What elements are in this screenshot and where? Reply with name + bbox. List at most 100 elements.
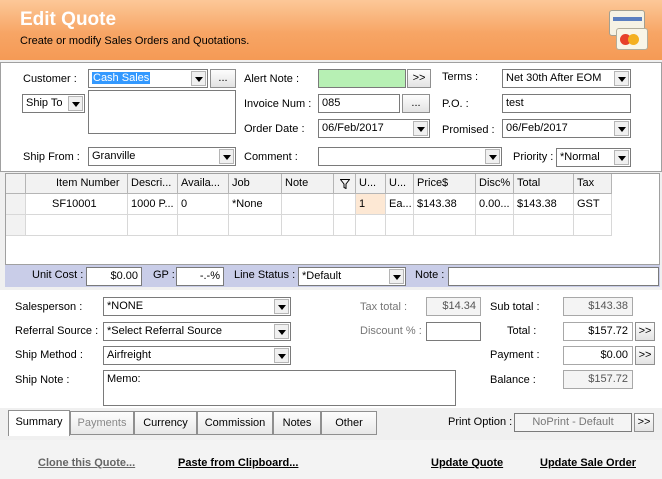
promised-date-picker[interactable]: 06/Feb/2017: [502, 119, 631, 138]
chevron-down-icon[interactable]: [274, 299, 289, 314]
po-input[interactable]: test: [502, 94, 631, 113]
footer-actions: Clone this Quote... Paste from Clipboard…: [0, 440, 662, 479]
empty-cell[interactable]: [356, 215, 386, 236]
tab-notes[interactable]: Notes: [273, 411, 321, 435]
cell-tax[interactable]: GST: [574, 194, 612, 215]
chevron-down-icon[interactable]: [68, 96, 83, 111]
cell-discount[interactable]: 0.00...: [476, 194, 514, 215]
tab-strip: Summary Payments Currency Commission Not…: [0, 408, 662, 436]
sub-total-label: Sub total :: [490, 301, 540, 313]
ship-method-combo[interactable]: Airfreight: [103, 346, 291, 365]
priority-combo[interactable]: *Normal: [556, 148, 631, 167]
empty-cell[interactable]: [514, 215, 574, 236]
gp-input[interactable]: -.-%: [176, 267, 224, 286]
order-date-value: 06/Feb/2017: [322, 122, 384, 134]
col-note[interactable]: Note: [282, 174, 334, 194]
print-option-value[interactable]: NoPrint - Default: [514, 413, 632, 432]
line-status-label: Line Status :: [234, 269, 296, 281]
clone-quote-link[interactable]: Clone this Quote...: [38, 457, 135, 469]
chevron-down-icon[interactable]: [413, 121, 428, 136]
col-tax[interactable]: Tax: [574, 174, 612, 194]
line-status-bar: Unit Cost : $0.00 GP : -.-% Line Status …: [5, 265, 660, 287]
empty-cell[interactable]: [414, 215, 476, 236]
tab-other[interactable]: Other: [321, 411, 377, 435]
tab-currency[interactable]: Currency: [134, 411, 197, 435]
cell-note[interactable]: [282, 194, 334, 215]
header-banner: Edit Quote Create or modify Sales Orders…: [0, 0, 662, 60]
chevron-down-icon[interactable]: [614, 150, 629, 165]
chevron-down-icon[interactable]: [219, 149, 234, 164]
total-details-button[interactable]: >>: [635, 322, 655, 341]
line-note-input[interactable]: [448, 267, 659, 286]
line-status-combo[interactable]: *Default: [298, 267, 406, 286]
order-date-picker[interactable]: 06/Feb/2017: [318, 119, 430, 138]
customer-lookup-button[interactable]: ...: [210, 69, 236, 88]
col-unit-type[interactable]: U...: [386, 174, 414, 194]
tab-commission[interactable]: Commission: [197, 411, 273, 435]
empty-cell[interactable]: [574, 215, 612, 236]
empty-cell[interactable]: [128, 215, 178, 236]
ship-note-textarea[interactable]: Memo:: [103, 370, 456, 406]
cell-filter[interactable]: [334, 194, 356, 215]
invoice-num-input[interactable]: 085: [318, 94, 400, 113]
terms-combo[interactable]: Net 30th After EOM: [502, 69, 631, 88]
comment-combo[interactable]: [318, 147, 502, 166]
col-item-number[interactable]: Item Number: [26, 174, 128, 194]
chevron-down-icon[interactable]: [274, 324, 289, 339]
empty-cell[interactable]: [334, 215, 356, 236]
cell-job[interactable]: *None: [229, 194, 282, 215]
ship-to-address[interactable]: [88, 90, 236, 134]
cell-price[interactable]: $143.38: [414, 194, 476, 215]
col-filter[interactable]: [334, 174, 356, 194]
payment-details-button[interactable]: >>: [635, 346, 655, 365]
comment-label: Comment :: [244, 151, 298, 163]
unit-cost-input[interactable]: $0.00: [86, 267, 142, 286]
chevron-down-icon[interactable]: [485, 149, 500, 164]
col-price[interactable]: Price$: [414, 174, 476, 194]
empty-cell[interactable]: [178, 215, 229, 236]
empty-cell[interactable]: [386, 215, 414, 236]
cell-item-number[interactable]: SF10001: [26, 194, 128, 215]
empty-row-selector[interactable]: [6, 215, 26, 236]
priority-value: *Normal: [560, 151, 600, 163]
cell-total[interactable]: $143.38: [514, 194, 574, 215]
col-total[interactable]: Total: [514, 174, 574, 194]
row-selector[interactable]: [6, 194, 26, 215]
line-items-grid[interactable]: Item Number Descri... Availa... Job Note…: [5, 173, 660, 265]
customer-combo[interactable]: Cash Sales: [88, 69, 208, 88]
paste-clipboard-link[interactable]: Paste from Clipboard...: [178, 457, 298, 469]
empty-cell[interactable]: [26, 215, 128, 236]
alert-note-input[interactable]: [318, 69, 406, 88]
alert-note-button[interactable]: >>: [407, 69, 431, 88]
invoice-lookup-button[interactable]: ...: [402, 94, 430, 113]
chevron-down-icon[interactable]: [614, 71, 629, 86]
tab-payments[interactable]: Payments: [70, 411, 134, 435]
update-quote-link[interactable]: Update Quote: [431, 457, 503, 469]
col-available[interactable]: Availa...: [178, 174, 229, 194]
print-option-button[interactable]: >>: [634, 413, 654, 432]
chevron-down-icon[interactable]: [614, 121, 629, 136]
col-job[interactable]: Job: [229, 174, 282, 194]
row-selector-header: [6, 174, 26, 194]
col-unit-qty[interactable]: U...: [356, 174, 386, 194]
update-sale-order-link[interactable]: Update Sale Order: [540, 457, 636, 469]
chevron-down-icon[interactable]: [191, 71, 206, 86]
chevron-down-icon[interactable]: [274, 348, 289, 363]
col-discount[interactable]: Disc%: [476, 174, 514, 194]
cell-available[interactable]: 0: [178, 194, 229, 215]
cell-description[interactable]: 1000 P...: [128, 194, 178, 215]
empty-cell[interactable]: [282, 215, 334, 236]
cell-unit-type[interactable]: Ea...: [386, 194, 414, 215]
ship-to-combo[interactable]: Ship To: [22, 94, 85, 113]
tab-summary[interactable]: Summary: [8, 410, 70, 436]
ship-from-combo[interactable]: Granville: [88, 147, 236, 166]
cell-unit-qty[interactable]: 1: [356, 194, 386, 215]
empty-cell[interactable]: [229, 215, 282, 236]
payment-label: Payment :: [490, 349, 540, 361]
salesperson-combo[interactable]: *NONE: [103, 297, 291, 316]
col-description[interactable]: Descri...: [128, 174, 178, 194]
empty-cell[interactable]: [476, 215, 514, 236]
chevron-down-icon[interactable]: [389, 269, 404, 284]
referral-source-combo[interactable]: *Select Referral Source: [103, 322, 291, 341]
discount-input[interactable]: [426, 322, 481, 341]
